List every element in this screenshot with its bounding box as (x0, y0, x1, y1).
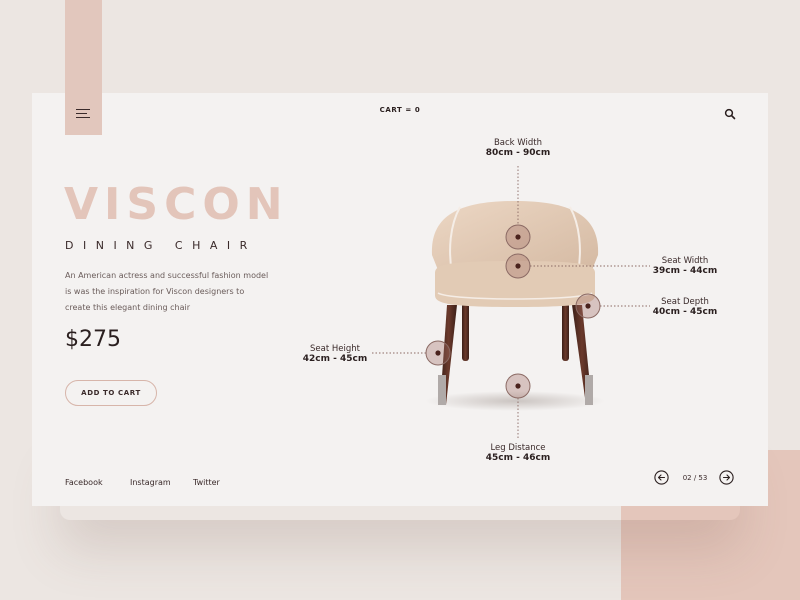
dimension-back-width-label: Back Width (493, 138, 543, 148)
cart-link[interactable]: CART = 0 (360, 106, 440, 114)
dimension-seat-height: Seat Height 42cm - 45cm (295, 344, 375, 364)
arrow-right-circle-icon[interactable] (719, 470, 734, 485)
product-description: An American actress and successful fashi… (65, 271, 269, 312)
dimension-seat-depth-label: Seat Depth (661, 297, 709, 307)
instagram-link[interactable]: Instagram (130, 478, 171, 487)
add-to-cart-button[interactable]: ADD TO CART (65, 380, 157, 406)
facebook-link[interactable]: Facebook (65, 478, 103, 487)
product-price: $275 (65, 327, 121, 352)
pager-counter: 02 / 53 (682, 474, 708, 482)
arrow-left-circle-icon[interactable] (654, 470, 669, 485)
product-title: VISCON (64, 179, 289, 230)
dimension-seat-height-value: 42cm - 45cm (302, 354, 368, 364)
dimension-seat-width-label: Seat Width (661, 256, 709, 266)
dimension-leg-distance-value: 45cm - 46cm (485, 453, 551, 463)
dimension-leg-distance: Leg Distance 45cm - 46cm (478, 443, 558, 463)
product-category: DINING CHAIR (65, 239, 257, 252)
search-icon[interactable] (724, 108, 736, 120)
dimension-seat-width: Seat Width 39cm - 44cm (645, 256, 725, 276)
dimension-back-width-value: 80cm - 90cm (485, 148, 551, 158)
menu-button[interactable] (65, 93, 102, 135)
twitter-link[interactable]: Twitter (193, 478, 220, 487)
dimension-seat-depth: Seat Depth 40cm - 45cm (645, 297, 725, 317)
dimension-seat-depth-value: 40cm - 45cm (652, 307, 718, 317)
dimension-seat-width-value: 39cm - 44cm (652, 266, 718, 276)
dimension-leg-distance-label: Leg Distance (490, 443, 546, 453)
dimension-seat-height-label: Seat Height (310, 344, 360, 354)
chair-image (425, 201, 605, 411)
dimension-back-width: Back Width 80cm - 90cm (478, 138, 558, 158)
